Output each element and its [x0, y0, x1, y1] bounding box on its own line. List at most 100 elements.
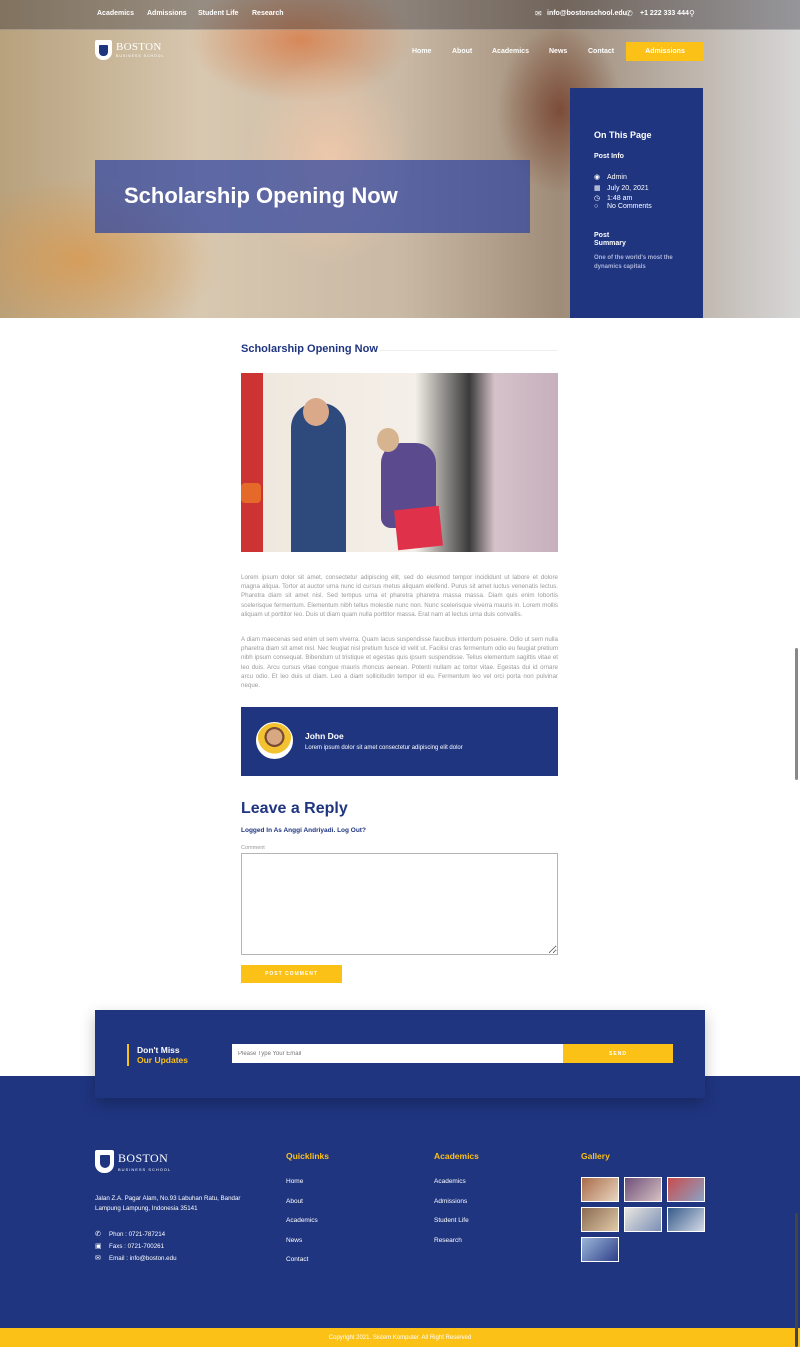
- footer-gallery-heading: Gallery: [581, 1151, 610, 1161]
- post-paragraph: Lorem ipsum dolor sit amet, consectetur …: [241, 574, 558, 618]
- comment-icon: ○: [594, 203, 599, 210]
- gallery-thumbnail[interactable]: [624, 1207, 662, 1232]
- site-logo[interactable]: BOSTON BUSINESS SCHOOL: [95, 40, 164, 60]
- meta-author-value: Admin: [607, 173, 627, 181]
- phone-icon: ✆: [626, 9, 633, 18]
- image-figure-woman-head: [377, 428, 399, 452]
- author-box: John Doe Lorem ipsum dolor sit amet cons…: [241, 707, 558, 776]
- image-chair: [241, 483, 261, 503]
- copyright-bar: Copyright 2021. Sistem Komputer. All Rig…: [0, 1328, 800, 1347]
- newsletter-title-line2: Our Updates: [137, 1055, 189, 1065]
- footer-phone: ✆ Phon : 0721-787214: [95, 1230, 166, 1239]
- scrollbar-thumb[interactable]: [795, 1213, 798, 1347]
- topbar-link-student-life[interactable]: Student Life: [198, 10, 238, 17]
- footer-link-news[interactable]: News: [286, 1237, 302, 1244]
- footer-fax: ▣ Faxs : 0721-700261: [95, 1242, 165, 1251]
- topbar-email[interactable]: info@bostonschool.edu: [547, 10, 627, 17]
- topbar-link-research[interactable]: Research: [252, 10, 284, 17]
- post-summary-link-line1[interactable]: Post: [594, 232, 609, 239]
- logo-brand: BOSTON: [116, 40, 162, 53]
- nav-contact[interactable]: Contact: [588, 48, 614, 55]
- logged-in-line: Logged In As Anggi Andriyadi. Log Out?: [241, 827, 366, 834]
- footer-link-home[interactable]: Home: [286, 1178, 303, 1185]
- gallery-thumbnail[interactable]: [581, 1207, 619, 1232]
- comment-textarea[interactable]: [241, 853, 558, 955]
- nav-home[interactable]: Home: [412, 48, 431, 55]
- scrollbar-thumb[interactable]: [795, 648, 798, 780]
- logo-subtitle: BUSINESS SCHOOL: [116, 53, 165, 58]
- meta-time-value: 1:48 am: [607, 194, 633, 202]
- footer-email: ✉ Email : info@boston.edu: [95, 1254, 177, 1263]
- post-comment-button[interactable]: POST COMMENT: [241, 965, 342, 983]
- divider: [380, 350, 558, 351]
- footer-link-contact[interactable]: Contact: [286, 1256, 308, 1263]
- logout-link[interactable]: Log Out?: [337, 827, 366, 834]
- post-info-link[interactable]: Post Info: [594, 153, 624, 160]
- fax-icon: ▣: [95, 1243, 102, 1250]
- logo-shield-icon: [95, 40, 112, 60]
- post-summary-link-line2[interactable]: Summary: [594, 240, 626, 247]
- admissions-button[interactable]: Admissions: [626, 42, 704, 61]
- meta-comments-value[interactable]: No Comments: [607, 203, 652, 210]
- post-featured-image: [241, 373, 558, 552]
- footer-link-academics[interactable]: Academics: [286, 1217, 318, 1224]
- image-figure-man-head: [303, 398, 329, 426]
- image-red-folder: [394, 505, 443, 551]
- footer-link-research[interactable]: Research: [434, 1237, 462, 1244]
- mail-icon: ✉: [535, 9, 542, 18]
- footer-email-value[interactable]: Email : info@boston.edu: [109, 1255, 177, 1262]
- newsletter-email-input[interactable]: [232, 1044, 563, 1063]
- footer-link-student-life[interactable]: Student Life: [434, 1217, 469, 1224]
- gallery-thumbnail[interactable]: [624, 1177, 662, 1202]
- newsletter-accent-bar: [127, 1044, 129, 1066]
- gallery-thumbnail[interactable]: [581, 1177, 619, 1202]
- newsletter-title-line1: Don't Miss: [137, 1045, 180, 1055]
- post-paragraph: A diam maecenas sed enim ut sem viverra.…: [241, 636, 558, 690]
- footer-academics-heading: Academics: [434, 1151, 479, 1161]
- newsletter-box: Don't Miss Our Updates SEND: [95, 1010, 705, 1098]
- gallery-thumbnail[interactable]: [667, 1177, 705, 1202]
- footer-quicklinks-heading: Quicklinks: [286, 1151, 329, 1161]
- gallery-thumbnail[interactable]: [581, 1237, 619, 1262]
- clock-icon: ◷: [594, 195, 601, 202]
- topbar-link-admissions[interactable]: Admissions: [147, 10, 187, 17]
- post-summary-text: One of the world's most the dynamics cap…: [594, 255, 673, 270]
- search-icon[interactable]: ⚲: [689, 9, 695, 18]
- footer-logo-subtitle: BUSINESS SCHOOL: [118, 1167, 172, 1172]
- phone-icon: ✆: [95, 1231, 101, 1238]
- meta-date: ▦ July 20, 2021: [594, 184, 649, 193]
- footer-phone-value: Phon : 0721-787214: [109, 1230, 166, 1238]
- logged-in-as[interactable]: Logged In As Anggi Andriyadi.: [241, 827, 335, 834]
- on-this-page-heading: On This Page: [594, 130, 652, 140]
- meta-author: ◉ Admin: [594, 173, 627, 182]
- meta-time: ◷ 1:48 am: [594, 194, 633, 203]
- footer-fax-value: Faxs : 0721-700261: [109, 1242, 165, 1250]
- author-name[interactable]: John Doe: [305, 731, 344, 741]
- footer-logo[interactable]: BOSTON BUSINESS SCHOOL: [95, 1150, 171, 1173]
- reply-heading: Leave a Reply: [241, 800, 348, 817]
- comment-label: Comment: [241, 845, 265, 851]
- footer-link-about[interactable]: About: [286, 1198, 303, 1205]
- hero-title-box: Scholarship Opening Now: [95, 160, 530, 233]
- footer-address: Jalan Z.A. Pagar Alam, No.93 Labuhan Rat…: [95, 1195, 241, 1212]
- on-this-page-card: On This Page Post Info ◉ Admin ▦ July 20…: [570, 88, 703, 318]
- footer-link-admissions[interactable]: Admissions: [434, 1198, 467, 1205]
- newsletter-send-button[interactable]: SEND: [563, 1044, 673, 1063]
- nav-about[interactable]: About: [452, 48, 472, 55]
- post-heading: Scholarship Opening Now: [241, 343, 378, 355]
- author-avatar: [256, 722, 293, 759]
- mail-icon: ✉: [95, 1255, 101, 1262]
- author-bio: Lorem ipsum dolor sit amet consectetur a…: [305, 745, 463, 751]
- nav-news[interactable]: News: [549, 48, 567, 55]
- topbar: Academics Admissions Student Life Resear…: [0, 0, 800, 30]
- hero-title: Scholarship Opening Now: [124, 183, 398, 208]
- nav-academics[interactable]: Academics: [492, 48, 529, 55]
- topbar-link-academics[interactable]: Academics: [97, 10, 134, 17]
- footer-link-academics[interactable]: Academics: [434, 1178, 466, 1185]
- meta-date-value: July 20, 2021: [607, 184, 649, 192]
- gallery-thumbnail[interactable]: [667, 1207, 705, 1232]
- footer-logo-shield-icon: [95, 1150, 114, 1173]
- calendar-icon: ▦: [594, 185, 601, 192]
- user-icon: ◉: [594, 174, 601, 181]
- topbar-phone[interactable]: +1 222 333 444: [640, 10, 689, 17]
